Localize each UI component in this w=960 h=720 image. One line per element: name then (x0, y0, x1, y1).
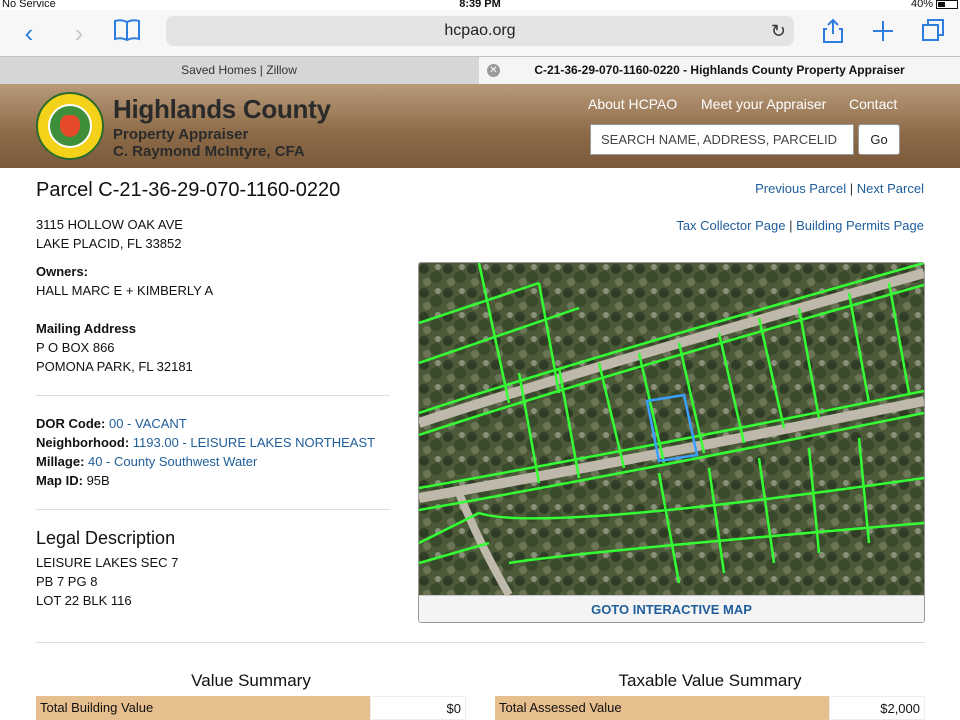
url-bar[interactable]: hcpao.org ↻ (166, 16, 794, 46)
mailing-line: P O BOX 866 (36, 340, 115, 355)
parcel-map[interactable]: GOTO INTERACTIVE MAP (418, 262, 925, 623)
mailing-label: Mailing Address (36, 321, 136, 336)
external-links: Tax Collector Page | Building Permits Pa… (676, 218, 924, 233)
building-permits-link[interactable]: Building Permits Page (796, 218, 924, 233)
divider (36, 642, 925, 643)
row-label: Total Assessed Value (499, 700, 622, 715)
site-address: 3115 HOLLOW OAK AVE LAKE PLACID, FL 3385… (36, 215, 183, 253)
dor-link[interactable]: 00 - VACANT (109, 416, 187, 431)
millage-link[interactable]: 40 - County Southwest Water (88, 454, 257, 469)
share-icon[interactable] (818, 18, 848, 48)
back-icon[interactable]: ‹ (14, 18, 44, 48)
taxable-summary-row: Total Assessed Value $2,000 (495, 696, 925, 720)
site-title[interactable]: Highlands County (113, 94, 331, 125)
search-input[interactable]: SEARCH NAME, ADDRESS, PARCELID (590, 124, 854, 155)
divider (36, 509, 390, 510)
tab-label: C-21-36-29-070-1160-0220 - Highlands Cou… (534, 63, 905, 77)
map-id-value: 95B (86, 473, 110, 488)
nav-meet-appraiser[interactable]: Meet your Appraiser (701, 96, 826, 112)
value-summary-row: Total Building Value $0 (36, 696, 466, 720)
page-title: Parcel C-21-36-29-070-1160-0220 (36, 179, 341, 201)
next-parcel-link[interactable]: Next Parcel (857, 181, 924, 196)
clock: 8:39 PM (459, 0, 501, 10)
county-seal-logo[interactable] (36, 92, 104, 160)
nav-about[interactable]: About HCPAO (588, 96, 677, 112)
battery-percent: 40% (910, 0, 933, 10)
legal-description-title: Legal Description (36, 528, 176, 548)
legal-description: LEISURE LAKES SEC 7 PB 7 PG 8 LOT 22 BLK… (36, 553, 178, 610)
tab-zillow[interactable]: Saved Homes | Zillow (0, 57, 478, 84)
dor-label: DOR Code: (36, 416, 106, 431)
new-tab-icon[interactable] (868, 18, 898, 48)
row-label: Total Building Value (40, 700, 154, 715)
previous-parcel-link[interactable]: Previous Parcel (755, 181, 846, 196)
owners-value: HALL MARC E + KIMBERLY A (36, 283, 214, 298)
owners-block: Owners: HALL MARC E + KIMBERLY A (36, 262, 213, 300)
battery-status: 40% (910, 0, 958, 10)
legal-line: LOT 22 BLK 116 (36, 593, 132, 608)
site-header: Highlands County Property Appraiser C. R… (0, 84, 960, 168)
url-text: hcpao.org (444, 22, 516, 39)
millage-label: Millage: (36, 454, 85, 469)
parcel-nav: Previous Parcel | Next Parcel (755, 181, 924, 196)
site-subtitle: Property Appraiser (113, 126, 249, 143)
neighborhood-link[interactable]: 1193.00 - LEISURE LAKES NORTHEAST (133, 435, 375, 450)
value-summary-title: Value Summary (191, 671, 311, 690)
tab-bar: Saved Homes | Zillow ✕ C-21-36-29-070-11… (0, 56, 960, 84)
reload-icon[interactable]: ↻ (771, 16, 786, 46)
appraiser-name: C. Raymond McIntyre, CFA (113, 143, 305, 160)
goto-interactive-map-button[interactable]: GOTO INTERACTIVE MAP (419, 595, 924, 622)
browser-toolbar: ‹ › hcpao.org ↻ (0, 10, 960, 56)
status-bar: No Service 8:39 PM 40% (0, 0, 960, 10)
bookmarks-icon[interactable] (112, 18, 142, 48)
tabs-overview-icon[interactable] (918, 18, 948, 48)
owners-label: Owners: (36, 264, 89, 279)
tax-collector-link[interactable]: Tax Collector Page (676, 218, 785, 233)
legal-line: PB 7 PG 8 (36, 574, 98, 589)
mailing-line: POMONA PARK, FL 32181 (36, 359, 193, 374)
divider (36, 395, 390, 396)
map-id-label: Map ID: (36, 473, 83, 488)
neighborhood-label: Neighborhood: (36, 435, 130, 450)
aerial-map-image (419, 263, 924, 595)
mailing-block: Mailing Address P O BOX 866 POMONA PARK,… (36, 319, 193, 376)
codes-block: DOR Code: 00 - VACANT Neighborhood: 1193… (36, 414, 375, 490)
tab-label: Saved Homes | Zillow (181, 63, 297, 77)
taxable-summary-title: Taxable Value Summary (618, 671, 802, 690)
address-line: 3115 HOLLOW OAK AVE (36, 217, 183, 232)
tab-parcel[interactable]: ✕ C-21-36-29-070-1160-0220 - Highlands C… (479, 57, 960, 84)
forward-icon[interactable]: › (64, 18, 94, 48)
nav-contact[interactable]: Contact (849, 96, 897, 112)
legal-line: LEISURE LAKES SEC 7 (36, 555, 179, 570)
address-line: LAKE PLACID, FL 33852 (36, 236, 182, 251)
close-tab-icon[interactable]: ✕ (487, 64, 500, 77)
row-value: $0 (370, 696, 466, 720)
go-button[interactable]: Go (858, 124, 900, 155)
row-value: $2,000 (829, 696, 925, 720)
battery-icon (936, 0, 958, 9)
